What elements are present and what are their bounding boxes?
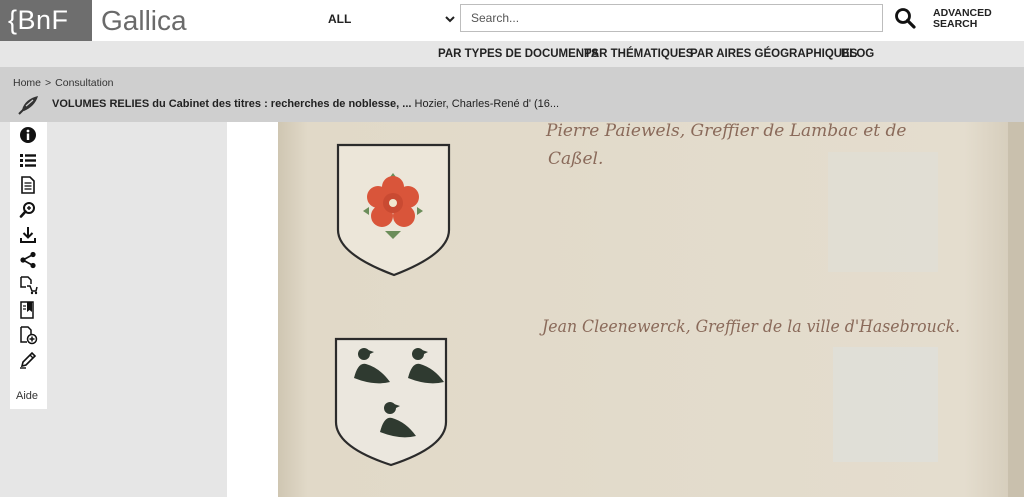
pencil-icon[interactable] [18, 350, 38, 370]
list-icon[interactable] [18, 150, 38, 170]
add-document-icon[interactable] [18, 325, 38, 345]
nav-item-blog[interactable]: BLOG [841, 41, 874, 67]
breadcrumb-bar: Home > Consultation VOLUMES RELIES du Cabi… [0, 67, 1024, 122]
nav-item-aires[interactable]: PAR AIRES GÉOGRAPHIQUES [690, 41, 857, 67]
document-author: Hozier, Charles-René d' (16... [414, 98, 560, 110]
manuscript-line-1: Pierre Paiewels, Greffier de Lambac et d… [545, 122, 906, 141]
zoom-icon[interactable] [18, 200, 38, 220]
chevron-down-icon [445, 16, 455, 23]
bookmark-icon[interactable] [18, 300, 38, 320]
breadcrumb-home[interactable]: Home [13, 77, 41, 89]
coat-of-arms-ducks [334, 337, 448, 467]
search-scope-select[interactable]: ALL [322, 6, 458, 32]
search-icon[interactable] [894, 7, 918, 29]
advanced-search-link[interactable]: ADVANCED SEARCH [933, 8, 992, 29]
quill-icon [18, 96, 38, 115]
nav-item-types[interactable]: PAR TYPES DE DOCUMENTS [438, 41, 599, 67]
manuscript-line-2: Caßel. [548, 149, 603, 169]
breadcrumb: Home > Consultation [13, 77, 114, 89]
manuscript-page-image: Pierre Paiewels, Greffier de Lambac et d… [278, 122, 1024, 497]
search-scope-label: ALL [328, 12, 352, 26]
info-icon[interactable] [18, 125, 38, 145]
bnf-logo[interactable]: {BnF [0, 0, 92, 41]
cart-icon[interactable] [18, 275, 38, 295]
share-icon[interactable] [18, 250, 38, 270]
manuscript-line-3: Jean Cleenewerck, Greffier de la ville d… [539, 317, 960, 337]
download-icon[interactable] [18, 225, 38, 245]
document-icon[interactable] [18, 175, 38, 195]
manuscript-page[interactable]: Pierre Paiewels, Greffier de Lambac et d… [278, 122, 1024, 497]
main-nav: PAR TYPES DE DOCUMENTS PAR THÉMATIQUES P… [0, 41, 1024, 67]
document-title: VOLUMES RELIES du Cabinet des titres : r… [52, 96, 559, 112]
help-link[interactable]: Aide [16, 390, 38, 402]
breadcrumb-current: Consultation [55, 77, 114, 89]
breadcrumb-separator: > [45, 77, 52, 89]
top-header: {BnF Gallica ALL Search... ADVANCED SEAR… [0, 0, 1024, 41]
gallica-logo[interactable]: Gallica [101, 0, 187, 41]
advanced-search-line1: ADVANCED [933, 7, 992, 19]
viewer-sidebar: Aide [10, 122, 47, 409]
advanced-search-line2: SEARCH [933, 17, 978, 30]
nav-item-thematiques[interactable]: PAR THÉMATIQUES [584, 41, 693, 67]
document-title-text: VOLUMES RELIES du Cabinet des titres : r… [52, 98, 412, 110]
search-input[interactable]: Search... [460, 4, 883, 32]
